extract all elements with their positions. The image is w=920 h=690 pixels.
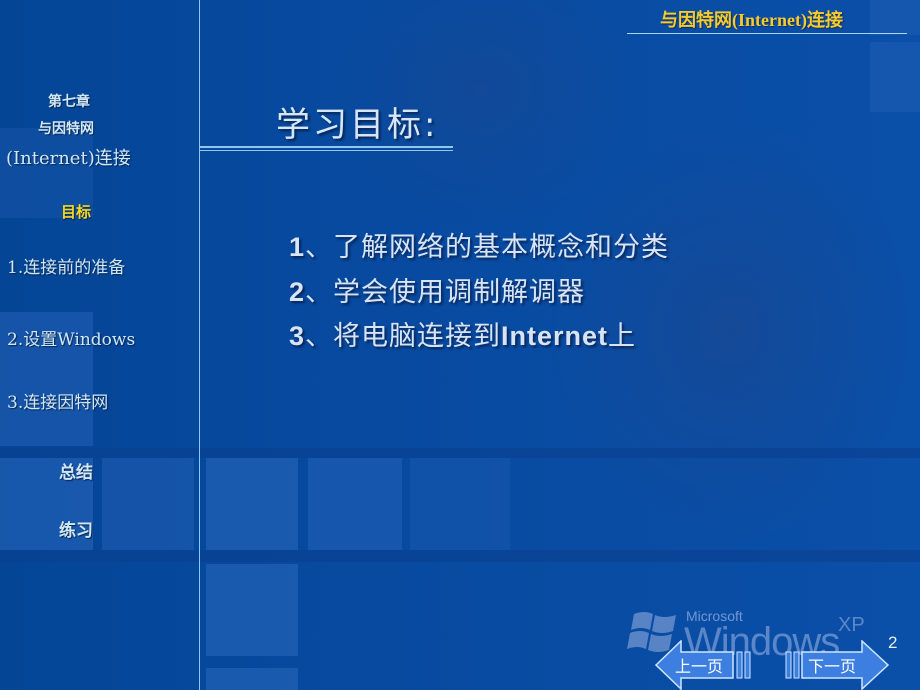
sidebar-chapter-title: 与因特网 — [38, 121, 94, 137]
bg-block — [870, 42, 920, 112]
goal-item: 3、将电脑连接到Internet上 — [289, 314, 636, 353]
goal-text: 将电脑连接到 — [333, 321, 502, 352]
bg-block — [308, 458, 402, 550]
next-page-label: 下一页 — [808, 657, 857, 676]
goal-separator: 、 — [305, 232, 334, 263]
sidebar-divider — [199, 0, 200, 690]
next-page-button[interactable]: 下一页 — [785, 640, 890, 690]
bg-block — [410, 458, 510, 550]
slide: 与因特网(Internet)连接 第七章 与因特网 (Internet)连接 目… — [0, 0, 920, 690]
bg-block — [206, 564, 298, 656]
bg-block — [102, 458, 194, 550]
sidebar-item-goals[interactable]: 目标 — [61, 201, 91, 222]
goal-separator: 、 — [305, 321, 334, 352]
bg-block — [206, 458, 298, 550]
page-title: 学习目标: — [276, 105, 439, 145]
goal-text-bold: Internet — [501, 321, 609, 351]
goal-number: 1 — [289, 232, 306, 262]
bg-block — [206, 668, 298, 690]
title-underline — [200, 150, 453, 151]
goal-number: 3 — [289, 321, 306, 351]
sidebar-item-setup-windows[interactable]: 2.设置Windows — [7, 325, 135, 350]
header-rule — [627, 33, 907, 34]
goal-item: 2、学会使用调制解调器 — [289, 270, 585, 309]
sidebar-item-preparation[interactable]: 1.连接前的准备 — [7, 253, 125, 278]
sidebar-item-summary[interactable]: 总结 — [59, 458, 93, 483]
sidebar-item-connect-internet[interactable]: 3.连接因特网 — [7, 388, 108, 413]
title-underline — [200, 146, 453, 148]
bg-block — [870, 0, 920, 35]
watermark-edition: XP — [838, 614, 865, 636]
prev-page-button[interactable]: 上一页 — [655, 640, 760, 690]
sidebar-item-exercises[interactable]: 练习 — [59, 516, 93, 541]
goal-separator: 、 — [305, 277, 334, 308]
prev-page-label: 上一页 — [675, 657, 724, 676]
goal-text: 学会使用调制解调器 — [333, 277, 586, 308]
goal-text-tail: 上 — [608, 321, 637, 352]
bg-band — [0, 550, 920, 562]
sidebar-chapter-subtitle: (Internet)连接 — [6, 148, 131, 169]
goal-number: 2 — [289, 277, 306, 307]
sidebar-chapter-number: 第七章 — [48, 94, 90, 110]
goal-item: 1、了解网络的基本概念和分类 — [289, 225, 669, 264]
header-title: 与因特网(Internet)连接 — [660, 10, 843, 30]
bg-band — [0, 448, 920, 458]
goal-text: 了解网络的基本概念和分类 — [333, 232, 670, 263]
